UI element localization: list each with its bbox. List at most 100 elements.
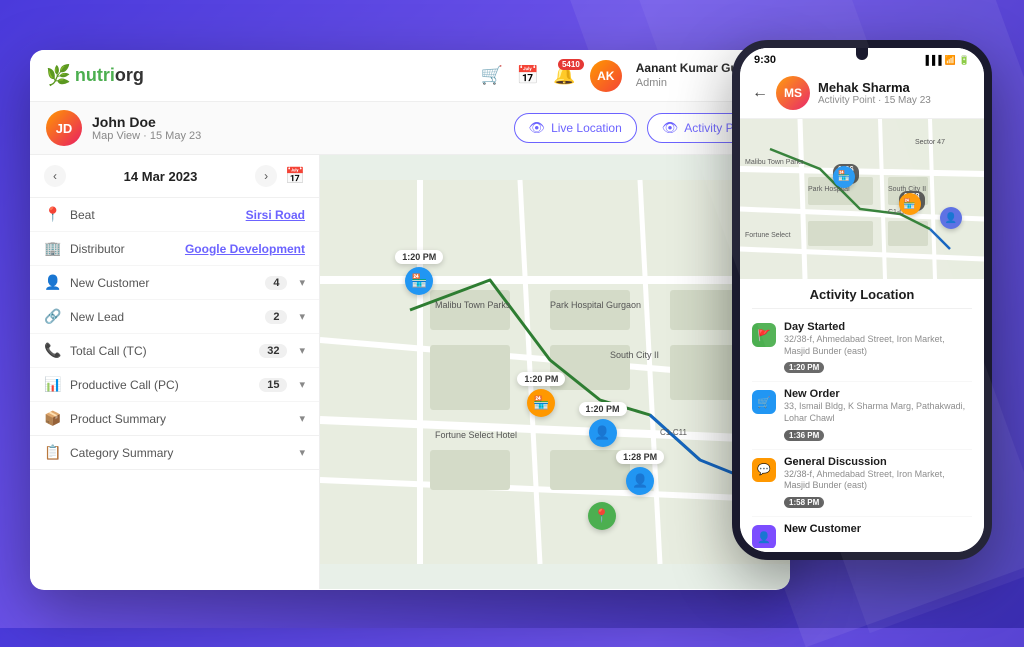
map-area[interactable]: Malibu Town Parks Park Hospital Gurgaon …	[320, 155, 790, 589]
product-summary-icon: 📦	[44, 410, 62, 427]
distributor-row[interactable]: 🏢 Distributor Google Development	[30, 232, 319, 266]
activity-info-4: New Customer	[784, 523, 972, 536]
total-call-chevron: ▾	[299, 344, 305, 357]
calendar-small-icon[interactable]: 📅	[285, 166, 305, 186]
phone-status-icons: ▐▐▐ 📶 🔋	[922, 55, 970, 66]
activity-addr-1: 32/38-f, Ahmedabad Street, Iron Market, …	[784, 334, 972, 357]
avatar: AK	[590, 60, 622, 92]
user-info: John Doe Map View · 15 May 23	[92, 114, 201, 142]
eye-icon-2: 👁	[662, 120, 679, 136]
new-customer-row[interactable]: 👤 New Customer 4 ▾	[30, 266, 319, 300]
total-call-value: 32	[259, 344, 287, 358]
category-summary-icon: 📋	[44, 444, 62, 461]
activity-name-3: General Discussion	[784, 456, 972, 468]
beat-label: Beat	[70, 208, 238, 222]
map-pin-1[interactable]: 1:20 PM 🏪	[395, 250, 443, 295]
calendar-icon[interactable]: 📅	[517, 65, 539, 86]
productive-call-label: Productive Call (PC)	[70, 378, 251, 392]
svg-text:Malibu Town Parks: Malibu Town Parks	[745, 159, 804, 166]
next-date-button[interactable]: ›	[255, 165, 277, 187]
svg-text:Park Hospital Gurgaon: Park Hospital Gurgaon	[550, 300, 641, 310]
activity-time-2: 1:36 PM	[784, 430, 824, 441]
total-call-icon: 📞	[44, 342, 62, 359]
map-pin-2[interactable]: 1:20 PM 🏪	[517, 372, 565, 417]
product-summary-chevron: ▾	[299, 412, 305, 425]
activity-dot-4: 👤	[752, 525, 776, 548]
signal-icon: ▐▐▐	[922, 55, 941, 65]
beat-icon: 📍	[44, 206, 62, 223]
prev-date-button[interactable]: ‹	[44, 165, 66, 187]
new-customer-label: New Customer	[70, 276, 257, 290]
product-summary-section[interactable]: 📦 Product Summary ▾	[30, 402, 319, 436]
pin-icon-1: 🏪	[405, 267, 433, 295]
activity-item-day-started[interactable]: 🚩 Day Started 32/38-f, Ahmedabad Street,…	[752, 315, 972, 382]
date-text: 14 Mar 2023	[74, 169, 247, 184]
new-lead-label: New Lead	[70, 310, 257, 324]
total-call-row[interactable]: 📞 Total Call (TC) 32 ▾	[30, 334, 319, 368]
svg-text:Sector 47: Sector 47	[915, 139, 945, 146]
logo[interactable]: 🌿 nutriorg	[46, 63, 144, 88]
productive-call-chevron: ▾	[299, 378, 305, 391]
svg-text:C1-C11: C1-C11	[660, 428, 688, 437]
bell-icon[interactable]: 🔔 5410	[553, 65, 575, 86]
eye-icon: 👁	[529, 120, 546, 136]
activity-addr-3: 32/38-f, Ahmedabad Street, Iron Market, …	[784, 469, 972, 492]
category-summary-section[interactable]: 📋 Category Summary ▾	[30, 436, 319, 470]
phone-user-info: Mehak Sharma Activity Point · 15 May 23	[818, 80, 931, 106]
pin-icon-4: 👤	[626, 467, 654, 495]
activity-item-new-customer[interactable]: 👤 New Customer	[752, 517, 972, 548]
activity-title: Activity Location	[752, 279, 972, 309]
svg-text:South City II: South City II	[610, 350, 659, 360]
activity-item-general-discussion[interactable]: 💬 General Discussion 32/38-f, Ahmedabad …	[752, 450, 972, 517]
new-lead-value: 2	[265, 310, 287, 324]
activity-name-4: New Customer	[784, 523, 972, 535]
new-lead-row[interactable]: 🔗 New Lead 2 ▾	[30, 300, 319, 334]
beat-row[interactable]: 📍 Beat Sirsi Road	[30, 198, 319, 232]
header-icons: 🛒 📅 🔔 5410 AK Aanant Kumar Gupt Admin ▼	[481, 60, 775, 92]
activity-dot-2: 🛒	[752, 390, 776, 414]
new-customer-icon: 👤	[44, 274, 62, 291]
activity-name-1: Day Started	[784, 321, 972, 333]
back-button[interactable]: ←	[752, 84, 768, 102]
distributor-value[interactable]: Google Development	[185, 242, 305, 256]
activity-section: Activity Location 🚩 Day Started 32/38-f,…	[740, 279, 984, 548]
date-nav: ‹ 14 Mar 2023 › 📅	[30, 155, 319, 198]
activity-dot-3: 💬	[752, 458, 776, 482]
live-location-button[interactable]: 👁 Live Location	[514, 113, 637, 143]
map-pin-4[interactable]: 1:28 PM 👤	[616, 450, 664, 495]
phone-map[interactable]: Malibu Town Parks Park Hospital Fortune …	[740, 119, 984, 279]
sub-header: JD John Doe Map View · 15 May 23 👁 Live …	[30, 102, 790, 155]
svg-text:Fortune Select: Fortune Select	[745, 232, 791, 239]
distributor-icon: 🏢	[44, 240, 62, 257]
pin-icon-2: 🏪	[527, 389, 555, 417]
activity-info-1: Day Started 32/38-f, Ahmedabad Street, I…	[784, 321, 972, 375]
browser-window: 🌿 nutriorg 🛒 📅 🔔 5410 AK Aanant Kumar Gu…	[30, 50, 790, 590]
svg-text:Malibu Town Parks: Malibu Town Parks	[435, 300, 511, 310]
new-customer-value: 4	[265, 276, 287, 290]
sidebar: ‹ 14 Mar 2023 › 📅 📍 Beat Sirsi Road 🏢 Di…	[30, 155, 320, 589]
beat-value[interactable]: Sirsi Road	[246, 208, 305, 222]
activity-name-2: New Order	[784, 388, 972, 400]
pin-icon-3: 👤	[589, 419, 617, 447]
main-content: ‹ 14 Mar 2023 › 📅 📍 Beat Sirsi Road 🏢 Di…	[30, 155, 790, 589]
new-customer-chevron: ▾	[299, 276, 305, 289]
cart-icon[interactable]: 🛒	[481, 65, 503, 86]
user-avatar: JD	[46, 110, 82, 146]
phone-screen: 9:30 ▐▐▐ 📶 🔋 ← MS Mehak Sharma Activity …	[740, 48, 984, 552]
productive-call-value: 15	[259, 378, 287, 392]
distributor-label: Distributor	[70, 242, 177, 256]
map-pin-3[interactable]: 1:20 PM 👤	[579, 402, 627, 447]
phone-avatar: MS	[776, 76, 810, 110]
svg-text:Fortune Select Hotel: Fortune Select Hotel	[435, 430, 517, 440]
map-pin-5[interactable]: 📍	[588, 502, 616, 530]
logo-text: nutriorg	[75, 65, 144, 86]
total-call-label: Total Call (TC)	[70, 344, 251, 358]
productive-call-row[interactable]: 📊 Productive Call (PC) 15 ▾	[30, 368, 319, 402]
new-lead-chevron: ▾	[299, 310, 305, 323]
new-lead-icon: 🔗	[44, 308, 62, 325]
phone-notch	[856, 48, 868, 60]
activity-item-new-order[interactable]: 🛒 New Order 33, Ismail Bldg, K Sharma Ma…	[752, 382, 972, 449]
activity-info-3: General Discussion 32/38-f, Ahmedabad St…	[784, 456, 972, 510]
pin-time-2: 1:20 PM	[517, 372, 565, 386]
category-summary-chevron: ▾	[299, 446, 305, 459]
